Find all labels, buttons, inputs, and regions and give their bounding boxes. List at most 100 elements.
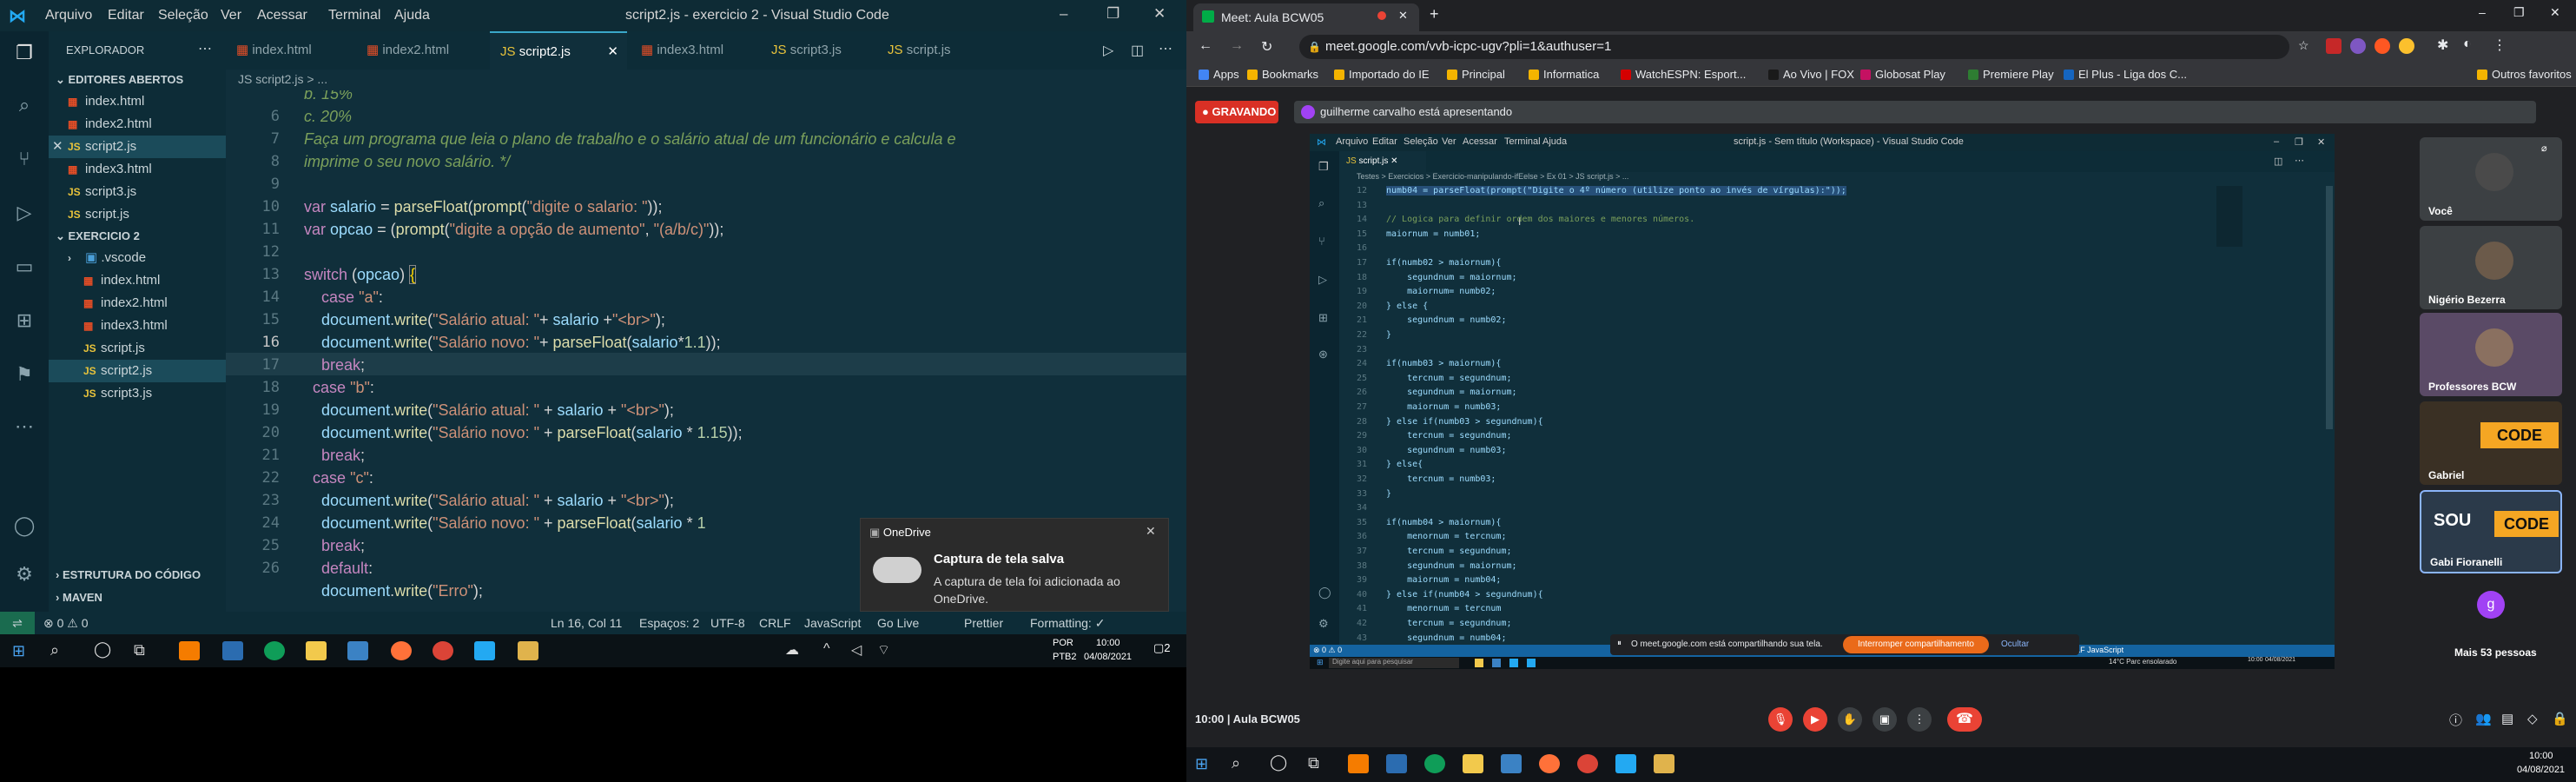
- windows-start-icon[interactable]: ⊞: [12, 642, 25, 660]
- more-options-icon[interactable]: ⋮: [1907, 707, 1932, 732]
- extensions-puzzle-icon[interactable]: ✱: [2437, 36, 2448, 54]
- search-icon[interactable]: ⌕: [1232, 754, 1240, 772]
- windows-start-icon[interactable]: ⊞: [1195, 755, 1208, 773]
- onedrive-tray-icon[interactable]: ☁: [785, 641, 799, 659]
- tab-index2-html[interactable]: ▦ index2.html: [356, 31, 486, 70]
- reload-icon[interactable]: ↻: [1261, 38, 1272, 56]
- menu-acessar[interactable]: Acessar: [257, 8, 307, 23]
- participant-tile-active[interactable]: SOU CODE Gabi Fioranelli: [2420, 490, 2562, 573]
- extension-icon[interactable]: [2350, 38, 2366, 54]
- bookmark-item[interactable]: Bookmarks: [1247, 68, 1318, 81]
- search-icon[interactable]: ⌕: [12, 94, 36, 118]
- breadcrumb[interactable]: JS script2.js > ...: [226, 70, 1186, 90]
- firefox-icon[interactable]: [391, 641, 412, 660]
- open-editor-item[interactable]: JS script3.js: [49, 181, 226, 203]
- tab-script3-js[interactable]: JS script3.js: [761, 31, 874, 70]
- chat-icon[interactable]: ▤: [2501, 711, 2513, 726]
- run-icon[interactable]: ▷: [1103, 42, 1113, 59]
- camera-off-icon[interactable]: ▶: [1803, 707, 1827, 732]
- clock-time[interactable]: 10:00: [1096, 638, 1120, 648]
- close-tab-icon[interactable]: ✕: [1398, 9, 1408, 23]
- tab-script2-js[interactable]: JS script2.js ✕: [490, 31, 627, 70]
- file-explorer-icon[interactable]: [1463, 754, 1483, 773]
- bookmark-apps[interactable]: Apps: [1199, 68, 1239, 81]
- vlc-icon[interactable]: [1348, 754, 1369, 773]
- input-language[interactable]: POR: [1053, 638, 1073, 648]
- clock-date[interactable]: 04/08/2021: [1084, 652, 1132, 662]
- volume-icon[interactable]: ◁: [851, 641, 862, 659]
- go-live-button[interactable]: Go Live: [877, 616, 919, 630]
- new-tab-icon[interactable]: +: [1430, 5, 1439, 23]
- minimize-icon[interactable]: –: [1060, 5, 1067, 23]
- clock-date[interactable]: 04/08/2021: [2517, 765, 2565, 775]
- account-icon[interactable]: ◯: [12, 514, 36, 539]
- menu-selecao[interactable]: Seleção: [158, 8, 208, 23]
- close-editor-icon[interactable]: ✕: [52, 136, 68, 158]
- task-view-icon[interactable]: ⧉: [1308, 754, 1319, 772]
- problems-status[interactable]: ⊗ 0 ⚠ 0: [43, 616, 89, 631]
- file-item[interactable]: ▦ index3.html: [49, 315, 226, 337]
- people-icon[interactable]: 👥: [2475, 711, 2492, 726]
- open-editor-item[interactable]: JS script.js: [49, 203, 226, 226]
- file-item[interactable]: JS script.js: [49, 337, 226, 360]
- back-icon[interactable]: ←: [1199, 38, 1212, 54]
- open-editor-item[interactable]: ▦ index3.html: [49, 158, 226, 181]
- firefox-icon[interactable]: [1539, 754, 1560, 773]
- cursor-position[interactable]: Ln 16, Col 11: [551, 616, 622, 630]
- chrome-icon[interactable]: [1577, 754, 1598, 773]
- mic-off-icon[interactable]: 🎙: [1768, 707, 1793, 732]
- vscode-taskbar-icon[interactable]: [1615, 754, 1636, 773]
- menu-terminal[interactable]: Terminal: [328, 8, 380, 23]
- more-actions-icon[interactable]: ⋯: [198, 40, 212, 57]
- explorer-icon[interactable]: ❐: [12, 42, 36, 66]
- chrome-menu-icon[interactable]: ⋮: [2493, 36, 2507, 54]
- line-ending[interactable]: CRLF: [759, 616, 791, 630]
- edge-icon[interactable]: [1424, 754, 1445, 773]
- toast-close-icon[interactable]: ✕: [1146, 524, 1156, 539]
- more-icon[interactable]: ⋯: [12, 415, 36, 440]
- lock-icon[interactable]: 🔒: [2552, 711, 2568, 726]
- meeting-details[interactable]: 10:00 | Aula BCW05: [1195, 712, 1300, 726]
- close-tab-icon[interactable]: ✕: [607, 33, 618, 71]
- bookmark-item[interactable]: Globosat Play: [1860, 68, 1945, 81]
- mail-icon[interactable]: [347, 641, 368, 660]
- participant-tile[interactable]: Nigério Bezerra: [2420, 226, 2562, 309]
- bookmark-other[interactable]: Outros favoritos: [2477, 68, 2572, 81]
- open-editor-item[interactable]: ▦ index2.html: [49, 113, 226, 136]
- leave-call-icon[interactable]: ☎: [1947, 707, 1982, 732]
- bookmark-item[interactable]: Informatica: [1529, 68, 1599, 81]
- extension-icon[interactable]: [2375, 38, 2390, 54]
- file-item[interactable]: JS script2.js: [49, 360, 226, 382]
- bookmark-icon[interactable]: ⚑: [12, 363, 36, 388]
- activities-icon[interactable]: ◇: [2527, 711, 2538, 726]
- bookmark-item[interactable]: Ao Vivo | FOX: [1768, 68, 1854, 81]
- forward-icon[interactable]: →: [1230, 38, 1244, 54]
- file-item[interactable]: ▦ index2.html: [49, 292, 226, 315]
- folder-item[interactable]: › ▣ .vscode: [49, 247, 226, 269]
- notification-icon[interactable]: ▢2: [1153, 641, 1171, 655]
- source-control-icon[interactable]: ⑂: [12, 148, 36, 172]
- keyboard-layout[interactable]: PTB2: [1053, 652, 1077, 662]
- bookmark-item[interactable]: WatchESPN: Esport...: [1621, 68, 1746, 81]
- bookmark-item[interactable]: El Plus - Liga dos C...: [2064, 68, 2187, 81]
- settings-gear-icon[interactable]: ⚙: [12, 563, 36, 587]
- menu-arquivo[interactable]: Arquivo: [45, 8, 92, 23]
- extension-icon[interactable]: [2399, 38, 2414, 54]
- clock-time[interactable]: 10:00: [2529, 751, 2553, 761]
- remote-icon[interactable]: ⇌: [0, 612, 35, 634]
- participant-tile[interactable]: ⌀ Você: [2420, 137, 2562, 221]
- tab-index3-html[interactable]: ▦ index3.html: [631, 31, 757, 70]
- tab-script-js[interactable]: JS script.js: [877, 31, 990, 70]
- minimize-icon[interactable]: –: [2479, 5, 2486, 19]
- editor-more-icon[interactable]: ⋯: [1159, 40, 1172, 57]
- vlc-icon[interactable]: [179, 641, 200, 660]
- participant-tile[interactable]: CODE Gabriel: [2420, 401, 2562, 485]
- app-icon[interactable]: [518, 641, 538, 660]
- indentation[interactable]: Espaços: 2: [639, 616, 699, 630]
- bookmark-item[interactable]: Premiere Play: [1968, 68, 2054, 81]
- encoding[interactable]: UTF-8: [710, 616, 745, 630]
- file-explorer-icon[interactable]: [306, 641, 327, 660]
- app-icon[interactable]: [1654, 754, 1674, 773]
- network-icon[interactable]: ⌔: [877, 641, 890, 659]
- menu-ajuda[interactable]: Ajuda: [394, 8, 430, 23]
